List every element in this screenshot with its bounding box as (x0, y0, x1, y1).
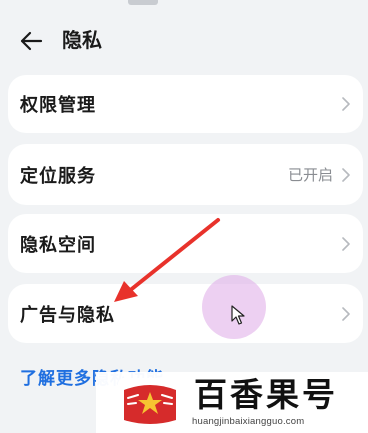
settings-item-label: 定位服务 (20, 165, 96, 187)
watermark: 百香果号 huangjinbaixiangguo.com (96, 372, 368, 433)
watermark-logo-icon (118, 378, 182, 428)
header: 隐私 (0, 20, 368, 60)
chevron-right-icon (339, 94, 353, 114)
arrow-left-icon (20, 31, 43, 51)
watermark-url: huangjinbaixiangguo.com (192, 416, 305, 427)
settings-item-private-space[interactable]: 隐私空间 (8, 214, 363, 273)
settings-item-label: 广告与隐私 (20, 304, 115, 326)
settings-item-label: 权限管理 (20, 95, 96, 116)
watermark-name: 百香果号 (194, 375, 338, 414)
status-value: 已开启 (287, 166, 333, 184)
chevron-right-icon (339, 304, 353, 324)
chevron-right-icon (339, 234, 353, 254)
status-bar-fragment (128, 0, 158, 5)
back-button[interactable] (14, 24, 48, 58)
settings-item-ads-privacy[interactable]: 广告与隐私 (8, 284, 363, 343)
settings-item-location[interactable]: 定位服务 已开启 (8, 144, 363, 205)
settings-item-label: 隐私空间 (20, 234, 96, 256)
chevron-right-icon (339, 165, 353, 185)
settings-item-permissions[interactable]: 权限管理 (8, 75, 363, 133)
mouse-cursor-icon (231, 305, 245, 329)
page-title: 隐私 (62, 28, 102, 52)
